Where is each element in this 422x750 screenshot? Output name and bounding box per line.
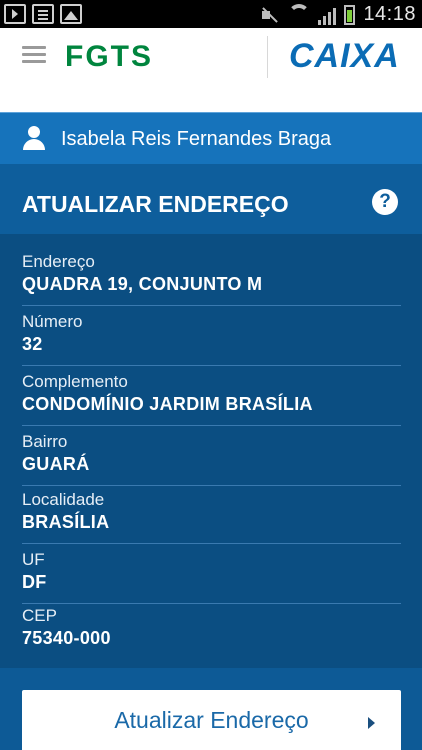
- notification-icons: [4, 4, 82, 24]
- hamburger-menu-icon[interactable]: [22, 46, 46, 64]
- field-bairro: Bairro GUARÁ: [22, 432, 401, 486]
- address-details: Endereço QUADRA 19, CONJUNTO M Número 32…: [0, 234, 422, 668]
- app-header: FGTS CAIXA: [0, 28, 422, 112]
- field-label: Bairro: [22, 432, 68, 451]
- action-area: Atualizar Endereço: [0, 668, 422, 750]
- system-icons: 14:18: [260, 3, 416, 26]
- signal-icon: [318, 5, 337, 25]
- field-value: GUARÁ: [22, 454, 90, 474]
- field-localidade: Localidade BRASÍLIA: [22, 490, 401, 544]
- field-label: CEP: [22, 606, 57, 625]
- help-icon[interactable]: ?: [372, 189, 398, 215]
- field-label: Endereço: [22, 252, 95, 271]
- field-label: Complemento: [22, 372, 128, 391]
- field-value: QUADRA 19, CONJUNTO M: [22, 274, 263, 294]
- field-label: Localidade: [22, 490, 105, 509]
- field-endereco: Endereço QUADRA 19, CONJUNTO M: [22, 252, 401, 306]
- caixa-logo-text: CAIXA: [289, 37, 400, 75]
- caixa-logo: CAIXA: [289, 37, 400, 76]
- field-cep: CEP 75340-000: [22, 606, 401, 660]
- field-label: Número: [22, 312, 83, 331]
- field-value: DF: [22, 572, 47, 592]
- fgts-logo: FGTS: [65, 40, 153, 73]
- battery-icon: [344, 4, 356, 25]
- image-icon: [60, 4, 82, 24]
- wifi-icon: [288, 3, 311, 26]
- field-uf: UF DF: [22, 550, 401, 604]
- document-icon: [32, 4, 54, 24]
- page-title-bar: ATUALIZAR ENDEREÇO ?: [0, 164, 422, 234]
- page-title: ATUALIZAR ENDEREÇO: [22, 191, 289, 217]
- field-complemento: Complemento CONDOMÍNIO JARDIM BRASÍLIA: [22, 372, 401, 426]
- update-address-button[interactable]: Atualizar Endereço: [22, 690, 401, 750]
- field-value: 32: [22, 334, 43, 354]
- header-divider: [267, 36, 268, 78]
- update-address-label: Atualizar Endereço: [114, 707, 309, 733]
- field-value: BRASÍLIA: [22, 512, 110, 532]
- user-icon: [22, 126, 46, 150]
- field-value: 75340-000: [22, 628, 111, 648]
- field-numero: Número 32: [22, 312, 401, 366]
- user-bar: Isabela Reis Fernandes Braga: [0, 112, 422, 164]
- field-label: UF: [22, 550, 45, 569]
- status-bar: 14:18: [0, 0, 422, 28]
- mute-icon: [260, 5, 280, 25]
- chevron-right-icon: [368, 717, 375, 729]
- user-name: Isabela Reis Fernandes Braga: [61, 128, 332, 150]
- field-value: CONDOMÍNIO JARDIM BRASÍLIA: [22, 394, 313, 414]
- status-time: 14:18: [363, 3, 416, 25]
- download-icon: [4, 4, 26, 24]
